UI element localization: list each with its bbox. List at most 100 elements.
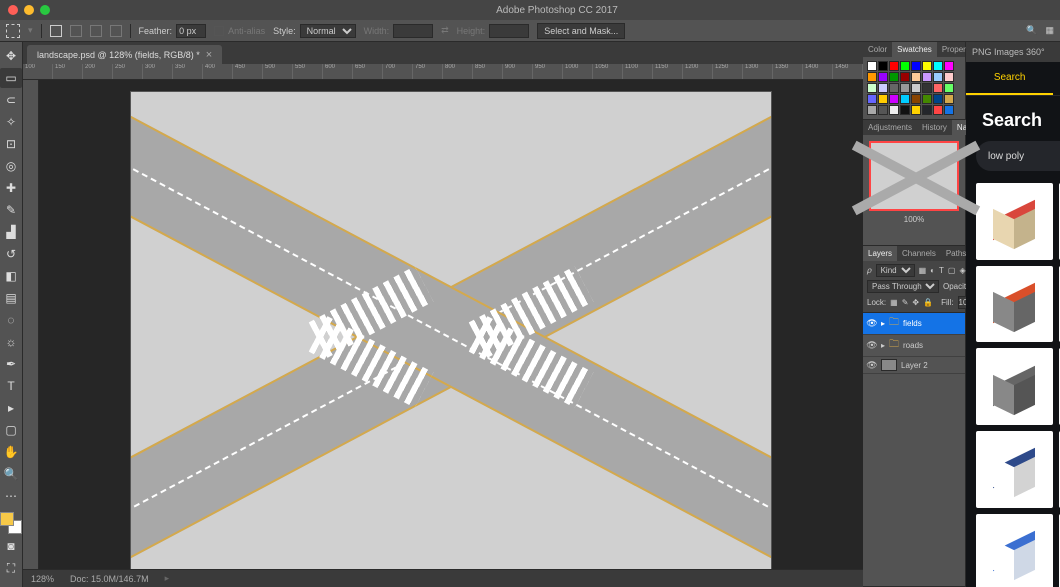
foreground-color[interactable]: [0, 512, 14, 526]
search-input[interactable]: [988, 151, 1060, 162]
swatch[interactable]: [878, 61, 888, 71]
spot-heal-tool[interactable]: ✚: [0, 178, 22, 198]
swatch[interactable]: [911, 61, 921, 71]
result-diner[interactable]: [976, 183, 1053, 260]
blur-tool[interactable]: ◌: [0, 310, 22, 330]
swatch[interactable]: [933, 72, 943, 82]
path-selection-tool[interactable]: ▸: [0, 398, 22, 418]
filter-adj-icon[interactable]: ◐: [930, 266, 935, 275]
swap-icon[interactable]: ⇄: [441, 25, 449, 36]
intersect-selection-icon[interactable]: [110, 25, 122, 37]
swatch[interactable]: [933, 105, 943, 115]
swatch[interactable]: [878, 105, 888, 115]
clone-stamp-tool[interactable]: ▟: [0, 222, 22, 242]
gradient-tool[interactable]: ▤: [0, 288, 22, 308]
result-open-sign[interactable]: [976, 266, 1053, 343]
dodge-tool[interactable]: ☼: [0, 332, 22, 352]
lock-paint-icon[interactable]: ✎: [902, 298, 909, 307]
zoom-level[interactable]: 128%: [31, 574, 54, 584]
visibility-toggle-icon[interactable]: 👁: [867, 360, 877, 370]
tab-spin-rotate[interactable]: Spin & Rotate: [1053, 62, 1060, 95]
hand-tool[interactable]: ✋: [0, 442, 22, 462]
subtract-selection-icon[interactable]: [90, 25, 102, 37]
channels-tab[interactable]: Channels: [897, 246, 941, 261]
swatch[interactable]: [889, 105, 899, 115]
search-icon[interactable]: 🔍: [1026, 25, 1037, 36]
swatch[interactable]: [867, 94, 877, 104]
swatch[interactable]: [944, 83, 954, 93]
swatches-tab[interactable]: Swatches: [892, 42, 937, 57]
swatch[interactable]: [922, 94, 932, 104]
swatch[interactable]: [944, 94, 954, 104]
workspace-switcher-icon[interactable]: ▦: [1045, 25, 1054, 36]
eyedropper-tool[interactable]: ◎: [0, 156, 22, 176]
height-input[interactable]: [489, 24, 529, 38]
tab-search[interactable]: Search: [966, 62, 1053, 95]
feather-input[interactable]: [176, 24, 206, 38]
crop-tool[interactable]: ⊡: [0, 134, 22, 154]
swatch[interactable]: [900, 83, 910, 93]
kind-filter[interactable]: Kind: [876, 264, 915, 277]
history-brush-tool[interactable]: ↺: [0, 244, 22, 264]
lasso-tool[interactable]: ⊂: [0, 90, 22, 110]
layer-row[interactable]: 👁▸🗀roads: [863, 335, 965, 357]
swatch[interactable]: [922, 61, 932, 71]
swatch[interactable]: [911, 83, 921, 93]
swatch[interactable]: [944, 72, 954, 82]
result-police[interactable]: [976, 514, 1053, 587]
move-tool[interactable]: ✥: [0, 46, 22, 66]
style-select[interactable]: Normal: [300, 24, 356, 38]
eraser-tool[interactable]: ◧: [0, 266, 22, 286]
blend-mode-select[interactable]: Pass Through: [867, 280, 939, 293]
layer-row[interactable]: 👁▸🗀fields: [863, 313, 965, 335]
swatch[interactable]: [933, 61, 943, 71]
swatch[interactable]: [911, 94, 921, 104]
select-and-mask-button[interactable]: Select and Mask...: [537, 23, 625, 39]
layer-row[interactable]: 👁Layer 2: [863, 357, 965, 374]
zoom-tool[interactable]: 🔍: [0, 464, 22, 484]
swatch[interactable]: [878, 83, 888, 93]
type-tool[interactable]: T: [0, 376, 22, 396]
document-tab[interactable]: landscape.psd @ 128% (fields, RGB/8) * ×: [27, 45, 222, 64]
swatch[interactable]: [867, 61, 877, 71]
add-selection-icon[interactable]: [70, 25, 82, 37]
swatch[interactable]: [889, 83, 899, 93]
pen-tool[interactable]: ✒: [0, 354, 22, 374]
swatch[interactable]: [889, 72, 899, 82]
result-windmill[interactable]: [976, 348, 1053, 425]
swatch[interactable]: [867, 83, 877, 93]
new-selection-icon[interactable]: [50, 25, 62, 37]
color-tab[interactable]: Color: [863, 42, 892, 57]
swatch[interactable]: [889, 94, 899, 104]
navigator-panel[interactable]: 100%: [863, 135, 965, 245]
swatch[interactable]: [878, 94, 888, 104]
marquee-tool[interactable]: ▭: [0, 68, 22, 88]
swatch[interactable]: [900, 105, 910, 115]
lock-all-icon[interactable]: 🔒: [923, 298, 933, 307]
adjustments-tab[interactable]: Adjustments: [863, 120, 917, 135]
swatch[interactable]: [878, 72, 888, 82]
swatch[interactable]: [900, 94, 910, 104]
magic-wand-tool[interactable]: ✧: [0, 112, 22, 132]
marquee-icon[interactable]: [6, 24, 20, 38]
antialias-checkbox[interactable]: [214, 26, 224, 36]
filter-shape-icon[interactable]: ▢: [948, 266, 956, 275]
navigator-thumbnail[interactable]: [869, 141, 959, 211]
lock-transparency-icon[interactable]: ▦: [890, 298, 898, 307]
chevron-icon[interactable]: ▸: [881, 319, 885, 328]
filter-smart-icon[interactable]: ◈: [959, 266, 965, 275]
swatch[interactable]: [900, 72, 910, 82]
swatch[interactable]: [911, 72, 921, 82]
swatch[interactable]: [900, 61, 910, 71]
swatch[interactable]: [889, 61, 899, 71]
swatch[interactable]: [867, 72, 877, 82]
close-document-icon[interactable]: ×: [206, 49, 212, 61]
swatch[interactable]: [944, 105, 954, 115]
chevron-icon[interactable]: ▸: [881, 341, 885, 350]
minimize-window[interactable]: [24, 5, 34, 15]
filter-type-icon[interactable]: T: [939, 266, 944, 275]
swatch[interactable]: [911, 105, 921, 115]
swatch[interactable]: [922, 83, 932, 93]
swatch[interactable]: [933, 94, 943, 104]
screen-mode[interactable]: ⛶: [0, 558, 22, 578]
